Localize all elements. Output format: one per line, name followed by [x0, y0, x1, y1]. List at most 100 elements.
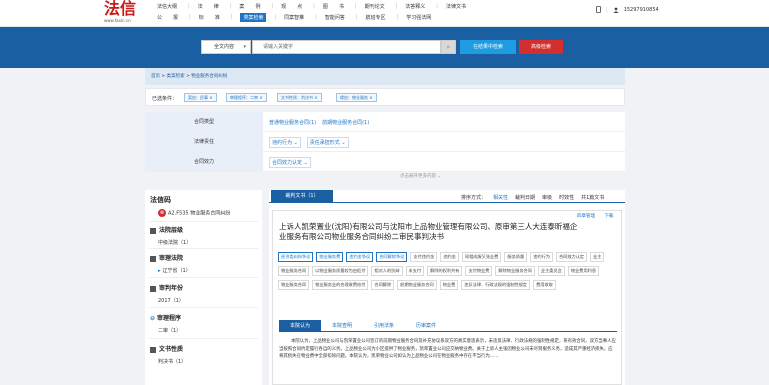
keyword-tag[interactable]: 未支付: [405, 266, 425, 276]
search-input[interactable]: 请输入关键字: [252, 40, 441, 54]
search-type-select[interactable]: 全文内容 ▾: [201, 40, 251, 54]
keyword-tag[interactable]: 物业费: [439, 280, 459, 290]
keyword-tag[interactable]: 支付物业费: [465, 266, 493, 276]
logo-url: www.faxin.cn: [104, 18, 131, 23]
user-phone[interactable]: 15297910854: [624, 7, 659, 13]
section-court-level[interactable]: 法院层级: [150, 225, 183, 234]
facet-item[interactable]: ▸ 辽宁省（1）: [158, 267, 191, 274]
condition-chip[interactable]: 文书性质：判决书 ✕: [277, 93, 322, 102]
sort-validity[interactable]: 时效性: [559, 194, 574, 201]
keyword-tag[interactable]: 解除物业服务合同: [495, 266, 535, 276]
keyword-tag[interactable]: 前期物业服务合同: [397, 280, 437, 290]
nav-item[interactable]: 法信大纲: [157, 3, 177, 10]
keyword-tag[interactable]: 同相成服又张业费: [461, 252, 502, 262]
divider: |: [606, 6, 608, 13]
facet-item[interactable]: 中级法院（1）: [158, 239, 191, 246]
keyword-tag[interactable]: 违约金: [440, 252, 459, 262]
faxin-code-item[interactable]: ⊗ A2.F535 物业服务合同纠纷: [158, 209, 230, 217]
keyword-tag[interactable]: 服务质量: [504, 252, 528, 262]
section-doc-type[interactable]: 文书性质: [150, 344, 183, 353]
filter-option[interactable]: 前期物业服务合同(1): [322, 119, 369, 126]
keyword-tag[interactable]: 合同解除: [371, 280, 395, 290]
facet-item[interactable]: 判决书（1）: [158, 358, 186, 365]
result-count: 共1篇文书: [581, 194, 604, 201]
section-year[interactable]: 审判年份: [150, 283, 183, 292]
keyword-tag[interactable]: 合同效力认定: [555, 252, 588, 262]
logo[interactable]: 法信 www.faxin.cn: [104, 2, 136, 24]
keyword-tag[interactable]: 合同解除争议: [376, 252, 408, 262]
manage-button[interactable]: 四章管理: [577, 214, 595, 219]
sort-relevance[interactable]: 相关性: [493, 194, 508, 201]
nav-item[interactable]: 法律文书: [446, 3, 466, 10]
user-icon[interactable]: [613, 7, 619, 13]
tab-cited-laws[interactable]: 引用法条: [363, 320, 405, 332]
keyword-tag[interactable]: 业主: [590, 252, 605, 262]
tab-judgments[interactable]: 裁判文书（1）: [271, 190, 333, 203]
breadcrumb-level1[interactable]: 类案检索: [167, 74, 185, 79]
nav-item[interactable]: 图: [323, 3, 328, 10]
nav-item[interactable]: 观: [281, 3, 286, 10]
keyword-tag[interactable]: 经济类纠纷争议: [278, 252, 314, 262]
expand-more-link[interactable]: 点击展开更多内容 ⌄: [400, 173, 441, 179]
keyword-tag[interactable]: 物业服务合同: [278, 280, 310, 290]
nav-item[interactable]: 律: [214, 3, 219, 10]
nav-item[interactable]: 法答释义: [405, 3, 425, 10]
search-icon[interactable]: ⌕: [441, 40, 456, 54]
nav-item[interactable]: 书: [339, 3, 344, 10]
breadcrumb-level2[interactable]: 物业服务合同纠纷: [191, 74, 227, 79]
nav-item[interactable]: 公: [157, 14, 162, 22]
triangle-right-icon: ▸: [158, 268, 161, 274]
nav-item[interactable]: 智能问答: [325, 14, 345, 22]
sort-date[interactable]: 裁判日期: [515, 194, 535, 201]
nav-item[interactable]: 期刊论文: [365, 3, 385, 10]
nav-item[interactable]: 学习强法网: [406, 14, 431, 22]
section-procedure[interactable]: ⊖ 审理程序: [150, 313, 181, 322]
keyword-tag[interactable]: 解除的权利共有: [427, 266, 463, 276]
document-title[interactable]: 上诉人凯荣置业(沈阳)有限公司与沈阳市上品物业管理有限公司、原审第三人大连泰昕福…: [279, 222, 579, 242]
keyword-tag[interactable]: 费用收取: [533, 280, 556, 290]
condition-chip[interactable]: 案由：民事 ✕: [184, 93, 217, 102]
keyword-tag[interactable]: 业主委员会: [537, 266, 565, 276]
facet-item[interactable]: 二审（1）: [158, 327, 181, 334]
tab-court-findings[interactable]: 本院查明: [321, 320, 363, 332]
nav-item[interactable]: 准: [215, 14, 220, 22]
filter-option[interactable]: 普通物业服务合同(1): [269, 119, 316, 126]
filter-dropdown[interactable]: 责任承担形式 ⌄: [306, 136, 349, 148]
keyword-tag[interactable]: 物业服务业的合理收费给付: [312, 280, 369, 290]
section-court[interactable]: 审理法院: [150, 253, 183, 262]
breadcrumb-sep: >: [160, 74, 167, 79]
filter-row-liability: 法律责任 违约行为 ⌄ 责任承担形式 ⌄: [145, 132, 625, 152]
nav-item[interactable]: 法: [198, 3, 203, 10]
sort-level[interactable]: 审级: [542, 194, 552, 201]
keyword-tag[interactable]: 违约行为: [530, 252, 553, 262]
nav-item[interactable]: 类案检索: [240, 13, 267, 22]
breadcrumb-home[interactable]: 首页: [151, 74, 160, 79]
mobile-icon[interactable]: [596, 6, 601, 13]
keyword-tag[interactable]: 物业服务费: [316, 252, 344, 262]
nav-item[interactable]: 标: [199, 14, 204, 22]
keyword-tag[interactable]: 违约金争议: [346, 252, 374, 262]
facet-item[interactable]: 2017（1）: [158, 297, 184, 304]
keyword-tag[interactable]: 物业费用利息: [567, 266, 600, 276]
download-button[interactable]: 下载: [604, 214, 613, 219]
tab-court-opinion[interactable]: 本院认为: [279, 320, 321, 332]
keyword-tag[interactable]: 物业服务合同: [278, 266, 310, 276]
nav-item[interactable]: 航班专区: [366, 14, 386, 22]
nav-item[interactable]: 案: [239, 3, 244, 10]
advanced-search-button[interactable]: 高级检索: [519, 40, 563, 54]
search-within-button[interactable]: 在结果中检索: [460, 40, 516, 54]
condition-chip[interactable]: 缘由：物业服务 ✕: [336, 93, 377, 102]
nav-item[interactable]: 点: [297, 3, 302, 10]
keyword-tag[interactable]: 相对人的抗辩: [371, 266, 403, 276]
nav-item[interactable]: 同案智推: [284, 14, 304, 22]
tab-case-history[interactable]: 历审案件: [405, 320, 447, 332]
keyword-tag[interactable]: 以物业服务质量较为由拒付: [312, 266, 369, 276]
nav-item[interactable]: 例: [255, 3, 260, 10]
nav-item[interactable]: 报: [173, 14, 178, 22]
filter-dropdown[interactable]: 违约行为 ⌄: [269, 136, 301, 148]
condition-chip[interactable]: 审理程序：二审 ✕: [226, 93, 267, 102]
nav-separator: |: [396, 14, 399, 20]
keyword-tag[interactable]: 支付违约金: [410, 252, 438, 262]
keyword-tag[interactable]: 违反法律、行政法规的强制性规定: [461, 280, 531, 290]
filter-dropdown[interactable]: 合同效力认定 ⌄: [269, 156, 311, 168]
